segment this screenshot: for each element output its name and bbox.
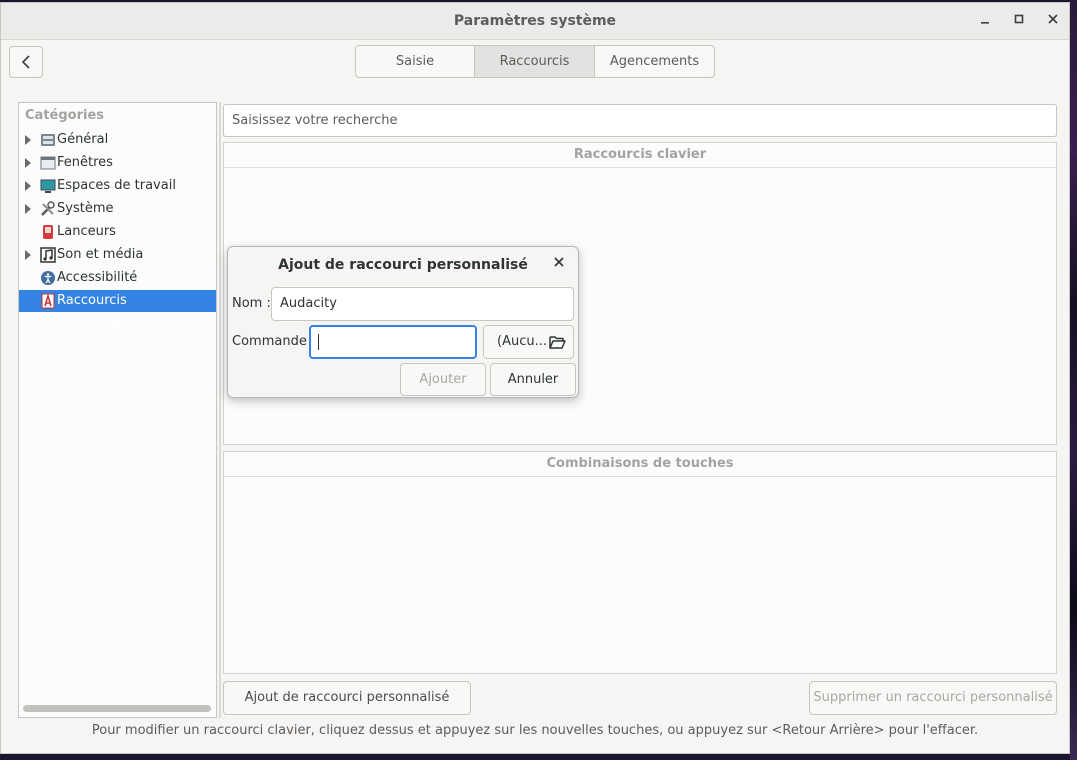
close-button[interactable] — [1043, 11, 1063, 31]
sidebar-item-fenetres[interactable]: Fenêtres — [19, 152, 216, 174]
close-icon — [1048, 14, 1058, 24]
tab-agencements[interactable]: Agencements — [595, 45, 715, 78]
remove-custom-shortcut-button[interactable]: Supprimer un raccourci personnalisé — [809, 681, 1057, 715]
add-custom-shortcut-dialog: Ajout de raccourci personnalisé Nom : Au… — [227, 246, 579, 398]
accessibility-icon — [41, 271, 55, 285]
sidebar-horizontal-scrollbar[interactable] — [23, 705, 211, 712]
sidebar-item-general[interactable]: Général — [19, 129, 216, 151]
name-label: Nom : — [232, 296, 271, 311]
expand-arrow-icon[interactable] — [25, 250, 31, 260]
sidebar-item-espaces-de-travail[interactable]: Espaces de travail — [19, 175, 216, 197]
pane-separator[interactable] — [219, 102, 221, 718]
custom-shortcuts-icon — [41, 293, 55, 309]
sidebar-item-label: Espaces de travail — [57, 178, 176, 193]
minimize-icon — [981, 22, 989, 24]
search-input[interactable]: Saisissez votre recherche — [223, 104, 1057, 137]
status-hint-text: Pour modifier un raccourci clavier, cliq… — [91, 723, 979, 738]
tab-bar: Saisie Raccourcis Agencements — [355, 45, 715, 78]
minimize-button[interactable] — [975, 11, 995, 31]
text-caret — [318, 334, 319, 350]
folder-open-icon — [549, 336, 566, 349]
windows-icon — [40, 156, 56, 170]
back-button[interactable] — [9, 46, 43, 78]
sidebar-item-label: Son et média — [57, 247, 144, 262]
shortcuts-list-header: Raccourcis clavier — [224, 143, 1056, 168]
sidebar-item-label: Lanceurs — [57, 224, 116, 239]
sound-media-icon — [40, 247, 56, 263]
categories-sidebar: Catégories Général Fenêtres Espaces de t… — [18, 102, 217, 718]
maximize-icon — [1014, 14, 1024, 24]
sidebar-item-label: Fenêtres — [57, 155, 113, 170]
desktop-background — [1070, 0, 1077, 760]
chevron-left-icon — [21, 55, 30, 69]
add-custom-shortcut-button[interactable]: Ajout de raccourci personnalisé — [223, 681, 471, 715]
sidebar-item-label: Accessibilité — [57, 270, 138, 285]
sidebar-item-label: Raccourcis personnalisés — [57, 293, 147, 330]
bindings-list-header: Combinaisons de touches — [224, 452, 1056, 477]
sidebar-item-son-et-media[interactable]: Son et média — [19, 244, 216, 266]
tab-raccourcis[interactable]: Raccourcis — [475, 45, 595, 78]
sidebar-title: Catégories — [25, 108, 105, 123]
maximize-button[interactable] — [1009, 11, 1029, 31]
dialog-title: Ajout de raccourci personnalisé — [278, 257, 528, 273]
general-icon — [41, 134, 55, 146]
titlebar[interactable]: Paramètres système — [1, 3, 1069, 40]
window-title: Paramètres système — [453, 13, 617, 29]
command-field[interactable] — [309, 325, 477, 359]
close-icon — [554, 257, 564, 267]
command-label: Commande : — [232, 334, 316, 349]
dialog-close-button[interactable] — [550, 255, 568, 273]
expand-arrow-icon[interactable] — [25, 158, 31, 168]
cancel-button[interactable]: Annuler — [490, 363, 576, 396]
system-tools-icon — [41, 201, 55, 216]
expand-arrow-icon[interactable] — [25, 181, 31, 191]
expand-arrow-icon[interactable] — [25, 135, 31, 145]
launchers-icon — [43, 225, 53, 239]
sidebar-item-raccourcis-personnalises[interactable]: Raccourcis personnalisés — [19, 290, 216, 330]
sidebar-item-label: Système — [57, 201, 114, 216]
name-field[interactable]: Audacity — [271, 287, 574, 321]
file-chooser-button[interactable]: (Aucu... — [483, 325, 574, 359]
workspaces-icon — [40, 179, 56, 193]
key-bindings-list: Combinaisons de touches — [223, 451, 1057, 674]
tab-saisie[interactable]: Saisie — [355, 45, 475, 78]
sidebar-item-accessibilite[interactable]: Accessibilité — [19, 267, 216, 289]
add-button[interactable]: Ajouter — [400, 363, 486, 396]
expand-arrow-icon[interactable] — [25, 204, 31, 214]
sidebar-item-lanceurs[interactable]: Lanceurs — [19, 221, 216, 243]
sidebar-item-label: Général — [57, 132, 109, 147]
sidebar-item-systeme[interactable]: Système — [19, 198, 216, 220]
file-chooser-label: (Aucu... — [497, 334, 547, 349]
